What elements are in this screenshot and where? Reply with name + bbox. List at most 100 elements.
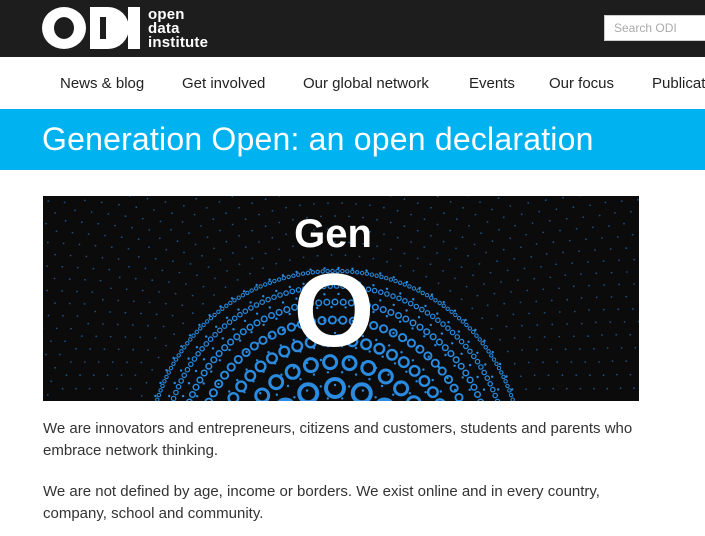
hero-dot [286, 384, 290, 388]
hero-dot [444, 353, 447, 357]
hero-dot [157, 356, 160, 359]
hero-dot [386, 260, 388, 263]
hero-dot [598, 214, 601, 217]
hero-dot [540, 266, 542, 268]
hero-dot [618, 283, 621, 286]
hero-dot [191, 312, 194, 315]
hero-dot [442, 240, 445, 243]
nav-item-global-network[interactable]: Our global network [303, 75, 429, 92]
hero-dot [111, 361, 114, 363]
hero-dot [545, 253, 548, 255]
hero-dot [442, 301, 445, 304]
hero-dot [416, 202, 419, 204]
hero-word-gen: Gen [294, 212, 372, 256]
hero-dot [625, 271, 628, 273]
hero-dot [530, 255, 533, 258]
hero-dot [602, 374, 605, 377]
hero-dot [513, 257, 516, 260]
hero-dot [620, 200, 623, 202]
hero-dot [125, 288, 128, 291]
hero-dot [396, 209, 399, 212]
hero-dot [100, 201, 103, 204]
hero-dot [461, 236, 464, 239]
hero-dot [94, 310, 97, 313]
hero-dot [514, 224, 516, 227]
hero-dot [471, 307, 474, 310]
hero-dot [423, 218, 426, 221]
hero-dot [201, 254, 203, 257]
hero-dot [236, 279, 239, 281]
hero-dot [262, 267, 264, 270]
hero-dot [126, 361, 128, 364]
nav-item-events[interactable]: Events [469, 75, 515, 92]
hero-dot [497, 388, 500, 391]
hero-dot [601, 237, 603, 239]
hero-dot [117, 348, 120, 351]
hero-dot [396, 236, 399, 239]
hero-dot [465, 285, 468, 288]
hero-dot [629, 333, 632, 336]
hero-dot [194, 369, 198, 373]
hero-dot [505, 375, 508, 378]
hero-dot [625, 295, 628, 298]
hero-dot [513, 337, 516, 339]
hero-dot [369, 204, 371, 207]
hero-dot [603, 284, 606, 286]
hero-dot [631, 308, 634, 310]
hero-dot [134, 374, 137, 377]
nav-item-our-focus[interactable]: Our focus [549, 75, 614, 92]
nav-item-news-blog[interactable]: News & blog [60, 75, 144, 92]
nav-item-publications[interactable]: Publications [652, 75, 705, 92]
hero-dot [555, 208, 558, 211]
hero-dot [340, 371, 344, 374]
search-input[interactable] [604, 15, 705, 41]
hero-dot [562, 196, 564, 199]
hero-dot [547, 374, 550, 377]
hero-dot [191, 294, 194, 297]
hero-dot [151, 369, 153, 371]
hero-dot [436, 312, 439, 315]
hero-dot [468, 363, 472, 367]
hero-dot [238, 263, 241, 266]
hero-dot [580, 273, 582, 275]
hero-dot [108, 268, 111, 271]
hero-dot [102, 387, 105, 390]
hero-dot [135, 206, 138, 209]
title-banner: Generation Open: an open declaration [0, 109, 705, 170]
hero-dot [103, 348, 106, 351]
hero-dot [62, 242, 65, 245]
hero-dot [224, 286, 227, 288]
hero-dot [155, 313, 158, 316]
hero-dot [137, 238, 140, 241]
logo-line-institute: institute [148, 34, 209, 51]
hero-dot [572, 335, 575, 338]
hero-dot [55, 327, 58, 330]
hero-dot [249, 301, 252, 304]
hero-dot [128, 266, 130, 268]
hero-dot [550, 299, 553, 302]
hero-dot [416, 229, 419, 232]
hero-dot [140, 361, 143, 364]
hero-dot [385, 287, 389, 290]
hero-dot [80, 335, 83, 337]
hero-dot [275, 393, 278, 396]
hero-dot [476, 351, 479, 354]
odi-logo[interactable]: open data institute [42, 6, 222, 50]
hero-dot [536, 324, 539, 326]
hero-dot [588, 309, 590, 311]
hero-dot [109, 311, 112, 313]
hero-dot [595, 272, 598, 275]
hero-dot [348, 385, 351, 388]
hero-dot [620, 347, 623, 349]
hero-dot [619, 387, 622, 390]
hero-dot [424, 304, 427, 308]
hero-dot [453, 309, 457, 312]
hero-dot [221, 337, 224, 340]
hero-dot [88, 387, 91, 390]
hero-dot [462, 207, 465, 209]
hero-dot [431, 378, 434, 382]
hero-dot [476, 294, 479, 297]
hero-dot [271, 236, 274, 239]
hero-dot [76, 290, 78, 293]
nav-item-get-involved[interactable]: Get involved [182, 75, 265, 92]
